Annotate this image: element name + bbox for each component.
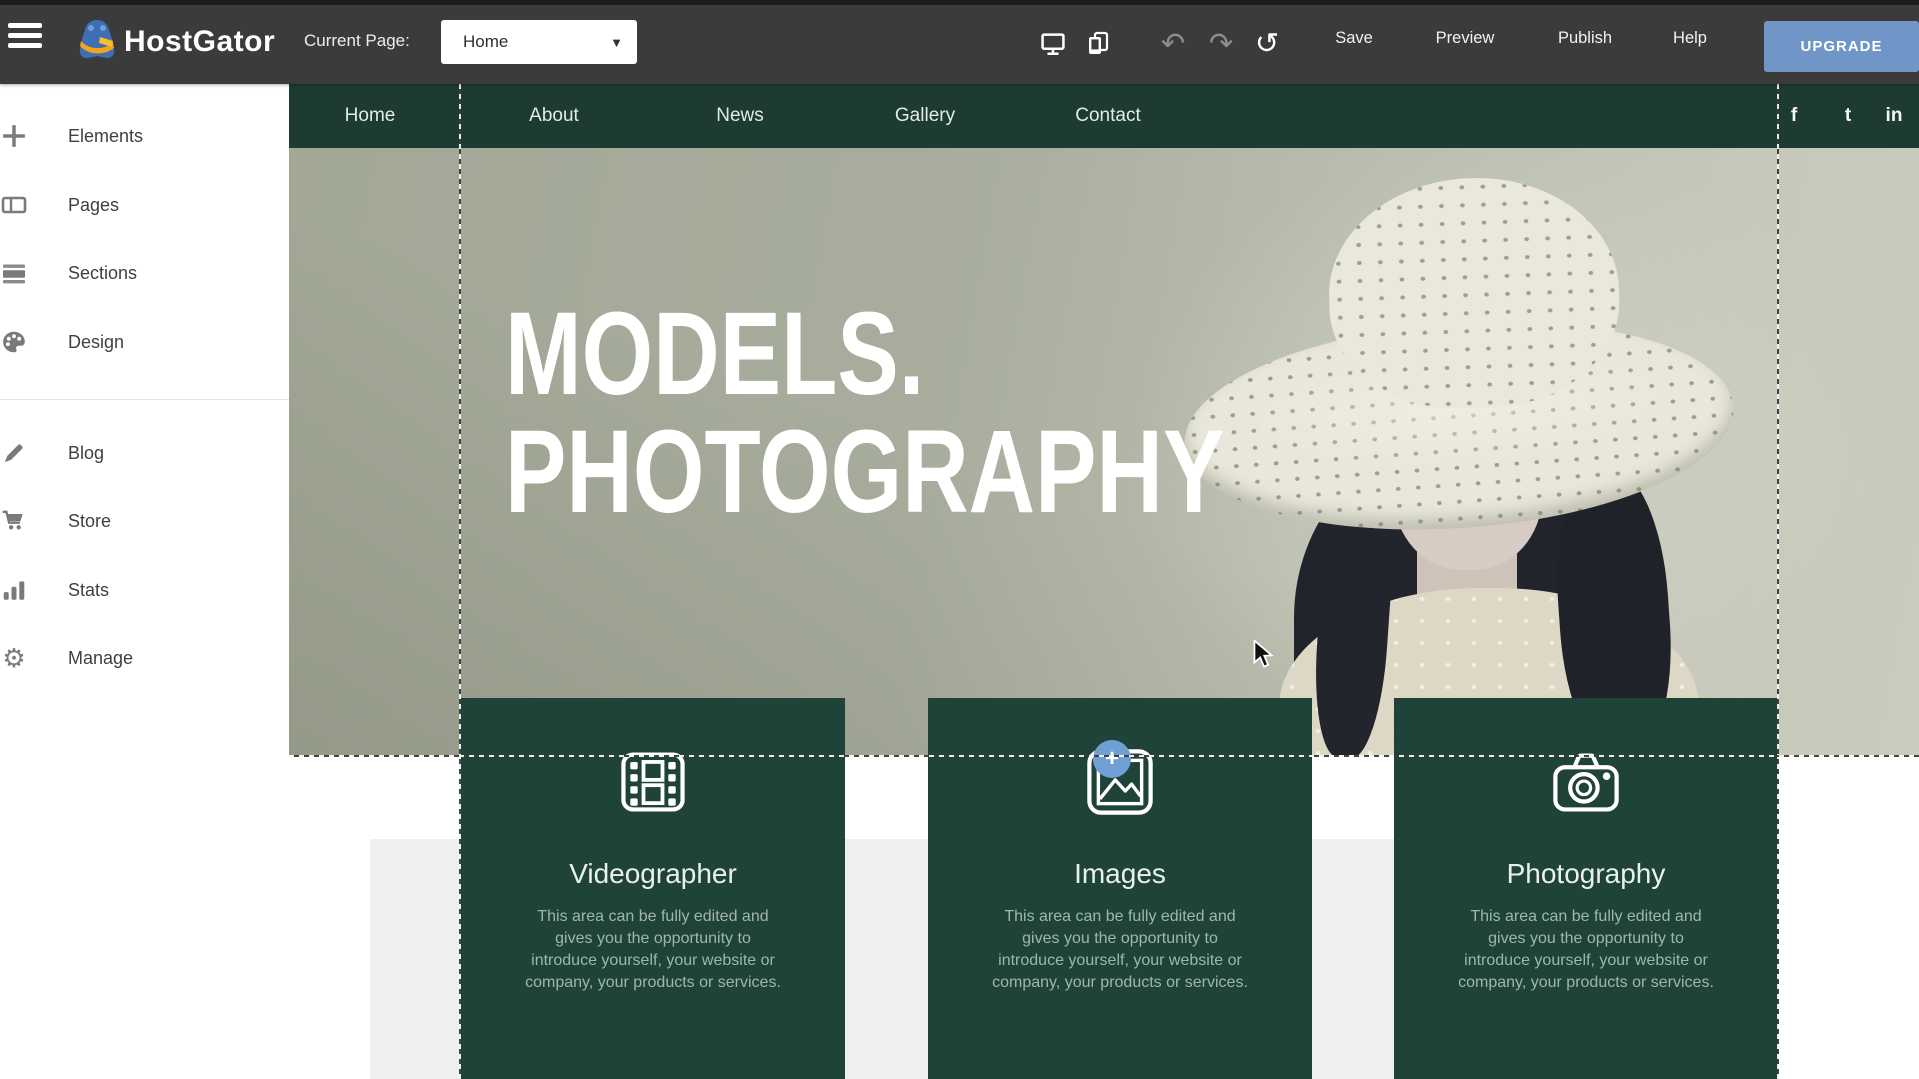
hero-title-line2: PHOTOGRAPHY: [505, 413, 1224, 531]
current-page-label: Current Page:: [304, 31, 410, 51]
sidebar-item-blog[interactable]: Blog: [0, 436, 289, 470]
toolbar: HostGator Current Page: Home ▼ ↶ ↷: [0, 5, 1919, 84]
gear-icon: ⚙: [0, 643, 30, 673]
page-dropdown-value: Home: [463, 32, 508, 52]
sidebar-item-pages[interactable]: Pages: [0, 188, 289, 222]
upgrade-button[interactable]: UPGRADE: [1764, 21, 1919, 72]
preview-button[interactable]: Preview: [1436, 29, 1495, 48]
sidebar-item-design[interactable]: Design: [0, 325, 289, 359]
builder-sidebar: Elements Pages Sections Design: [0, 84, 289, 1079]
site-nav-contact[interactable]: Contact: [1075, 105, 1140, 127]
history-icon[interactable]: ↺: [1250, 27, 1284, 61]
save-button[interactable]: Save: [1335, 29, 1373, 48]
sidebar-item-store[interactable]: Store: [0, 504, 289, 538]
website-builder-app: HostGator Current Page: Home ▼ ↶ ↷: [0, 0, 1919, 1079]
brand-name: HostGator: [124, 25, 275, 59]
hero-title-line1: MODELS.: [505, 295, 1224, 413]
chevron-down-icon: ▼: [610, 35, 623, 50]
hostgator-logo: HostGator: [76, 17, 275, 66]
facebook-icon[interactable]: f: [1791, 105, 1797, 127]
pages-icon: [0, 190, 30, 220]
card-body: This area can be fully edited and gives …: [989, 906, 1251, 994]
twitter-icon[interactable]: t: [1845, 105, 1851, 127]
sidebar-divider: [0, 399, 289, 400]
help-button[interactable]: Help: [1673, 29, 1707, 48]
sidebar-item-elements[interactable]: Elements: [0, 119, 289, 153]
card-title: Images: [1074, 858, 1166, 890]
top-strip: [0, 0, 1919, 5]
add-image-badge[interactable]: +: [1093, 740, 1131, 778]
palette-icon: [0, 327, 30, 357]
card-body: This area can be fully edited and gives …: [522, 906, 784, 994]
hero-title[interactable]: MODELS. PHOTOGRAPHY: [505, 295, 1224, 531]
site-nav-news[interactable]: News: [716, 105, 764, 127]
linkedin-icon[interactable]: in: [1886, 105, 1903, 127]
site-navbar: Home About News Gallery Contact f t in: [289, 84, 1919, 148]
sidebar-item-sections[interactable]: Sections: [0, 256, 289, 290]
card-title: Videographer: [569, 858, 737, 890]
page-dropdown[interactable]: Home ▼: [441, 20, 637, 64]
sections-icon: [0, 258, 30, 288]
cart-icon: [0, 506, 30, 536]
pencil-icon: [0, 438, 30, 468]
desktop-preview-icon[interactable]: [1036, 27, 1070, 61]
mouse-cursor: [1252, 640, 1276, 675]
hero-section[interactable]: MODELS. PHOTOGRAPHY: [289, 148, 1919, 755]
section-guide-left: [459, 84, 461, 1079]
card-title: Photography: [1507, 858, 1666, 890]
sidebar-item-stats[interactable]: Stats: [0, 573, 289, 607]
site-nav-home[interactable]: Home: [345, 105, 396, 127]
menu-icon[interactable]: [8, 23, 42, 53]
sidebar-item-manage[interactable]: ⚙ Manage: [0, 641, 289, 675]
section-guide-right: [1777, 84, 1779, 1079]
bar-chart-icon: [0, 575, 30, 605]
undo-icon[interactable]: ↶: [1156, 27, 1190, 61]
site-nav-gallery[interactable]: Gallery: [895, 105, 955, 127]
mobile-preview-icon[interactable]: [1080, 27, 1114, 61]
card-body: This area can be fully edited and gives …: [1455, 906, 1717, 994]
hostgator-gator-icon: [76, 17, 118, 66]
plus-icon: [0, 121, 30, 151]
site-canvas: Home About News Gallery Contact f t in: [289, 84, 1919, 1079]
redo-icon[interactable]: ↷: [1204, 27, 1238, 61]
publish-button[interactable]: Publish: [1558, 29, 1612, 48]
section-guide-bottom: [289, 755, 1919, 757]
site-nav-about[interactable]: About: [529, 105, 579, 127]
